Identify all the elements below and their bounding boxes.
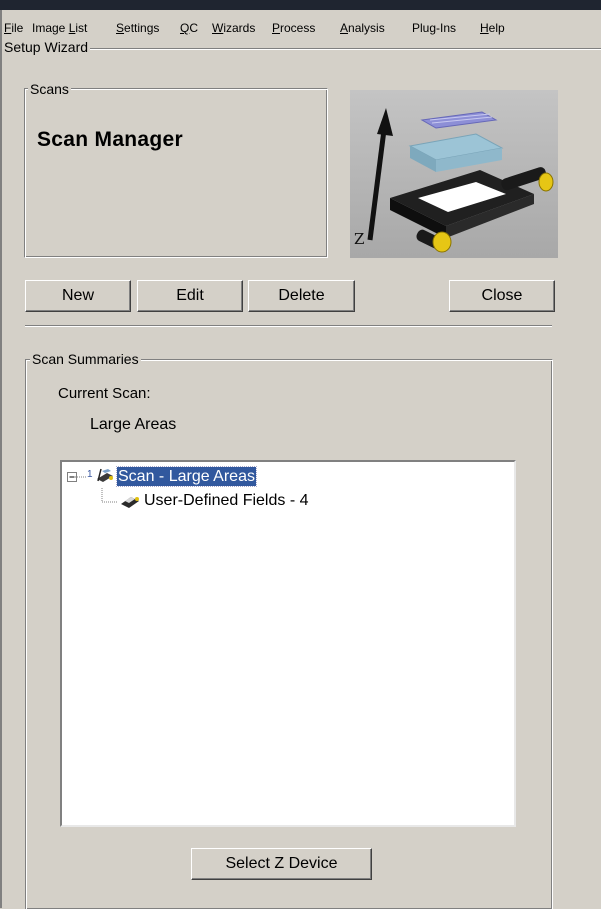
menu-settings[interactable]: Settings — [116, 21, 159, 35]
menu-process[interactable]: Process — [272, 21, 315, 35]
menu-qc[interactable]: QC — [180, 21, 198, 35]
z-stage-icon: Z — [350, 90, 558, 258]
window-title-bar — [0, 0, 601, 10]
select-z-device-button[interactable]: Select Z Device — [191, 848, 372, 880]
tree-child-node-user-defined-fields[interactable]: User-Defined Fields - 4 — [144, 491, 309, 510]
delete-button[interactable]: Delete — [248, 280, 355, 312]
fields-icon — [121, 497, 139, 508]
scan-tree-view[interactable]: 1 Scan - Large Areas User-Defined Fields… — [60, 460, 516, 827]
tree-root-node-scan-large-areas[interactable]: Scan - Large Areas — [116, 466, 257, 487]
scan-manager-title: Scan Manager — [37, 128, 183, 151]
setup-wizard-title: Setup Wizard — [4, 39, 91, 55]
z-axis-label: Z — [354, 230, 364, 248]
edit-button[interactable]: Edit — [137, 280, 243, 312]
menu-plug-ins[interactable]: Plug-Ins — [412, 21, 456, 35]
menu-wizards[interactable]: Wizards — [212, 21, 255, 35]
setup-wizard-frame-line — [88, 48, 601, 50]
scans-groupbox — [24, 88, 328, 258]
menu-file[interactable]: File — [4, 21, 23, 35]
window-left-border — [0, 10, 2, 908]
scan-icon — [97, 468, 113, 482]
close-button[interactable]: Close — [449, 280, 555, 312]
new-button[interactable]: New — [25, 280, 131, 312]
menu-bar: File Image List Settings QC Wizards Proc… — [4, 21, 601, 39]
menu-image-list[interactable]: Image List — [32, 21, 87, 35]
separator — [25, 325, 552, 327]
current-scan-label: Current Scan: — [58, 385, 151, 402]
menu-help[interactable]: Help — [480, 21, 505, 35]
scans-group-label: Scans — [28, 81, 71, 97]
z-stage-illustration: Z — [350, 90, 558, 258]
tree-root-badge: 1 — [87, 469, 93, 480]
current-scan-value: Large Areas — [90, 416, 177, 433]
menu-analysis[interactable]: Analysis — [340, 21, 385, 35]
scan-summaries-label: Scan Summaries — [30, 351, 141, 367]
